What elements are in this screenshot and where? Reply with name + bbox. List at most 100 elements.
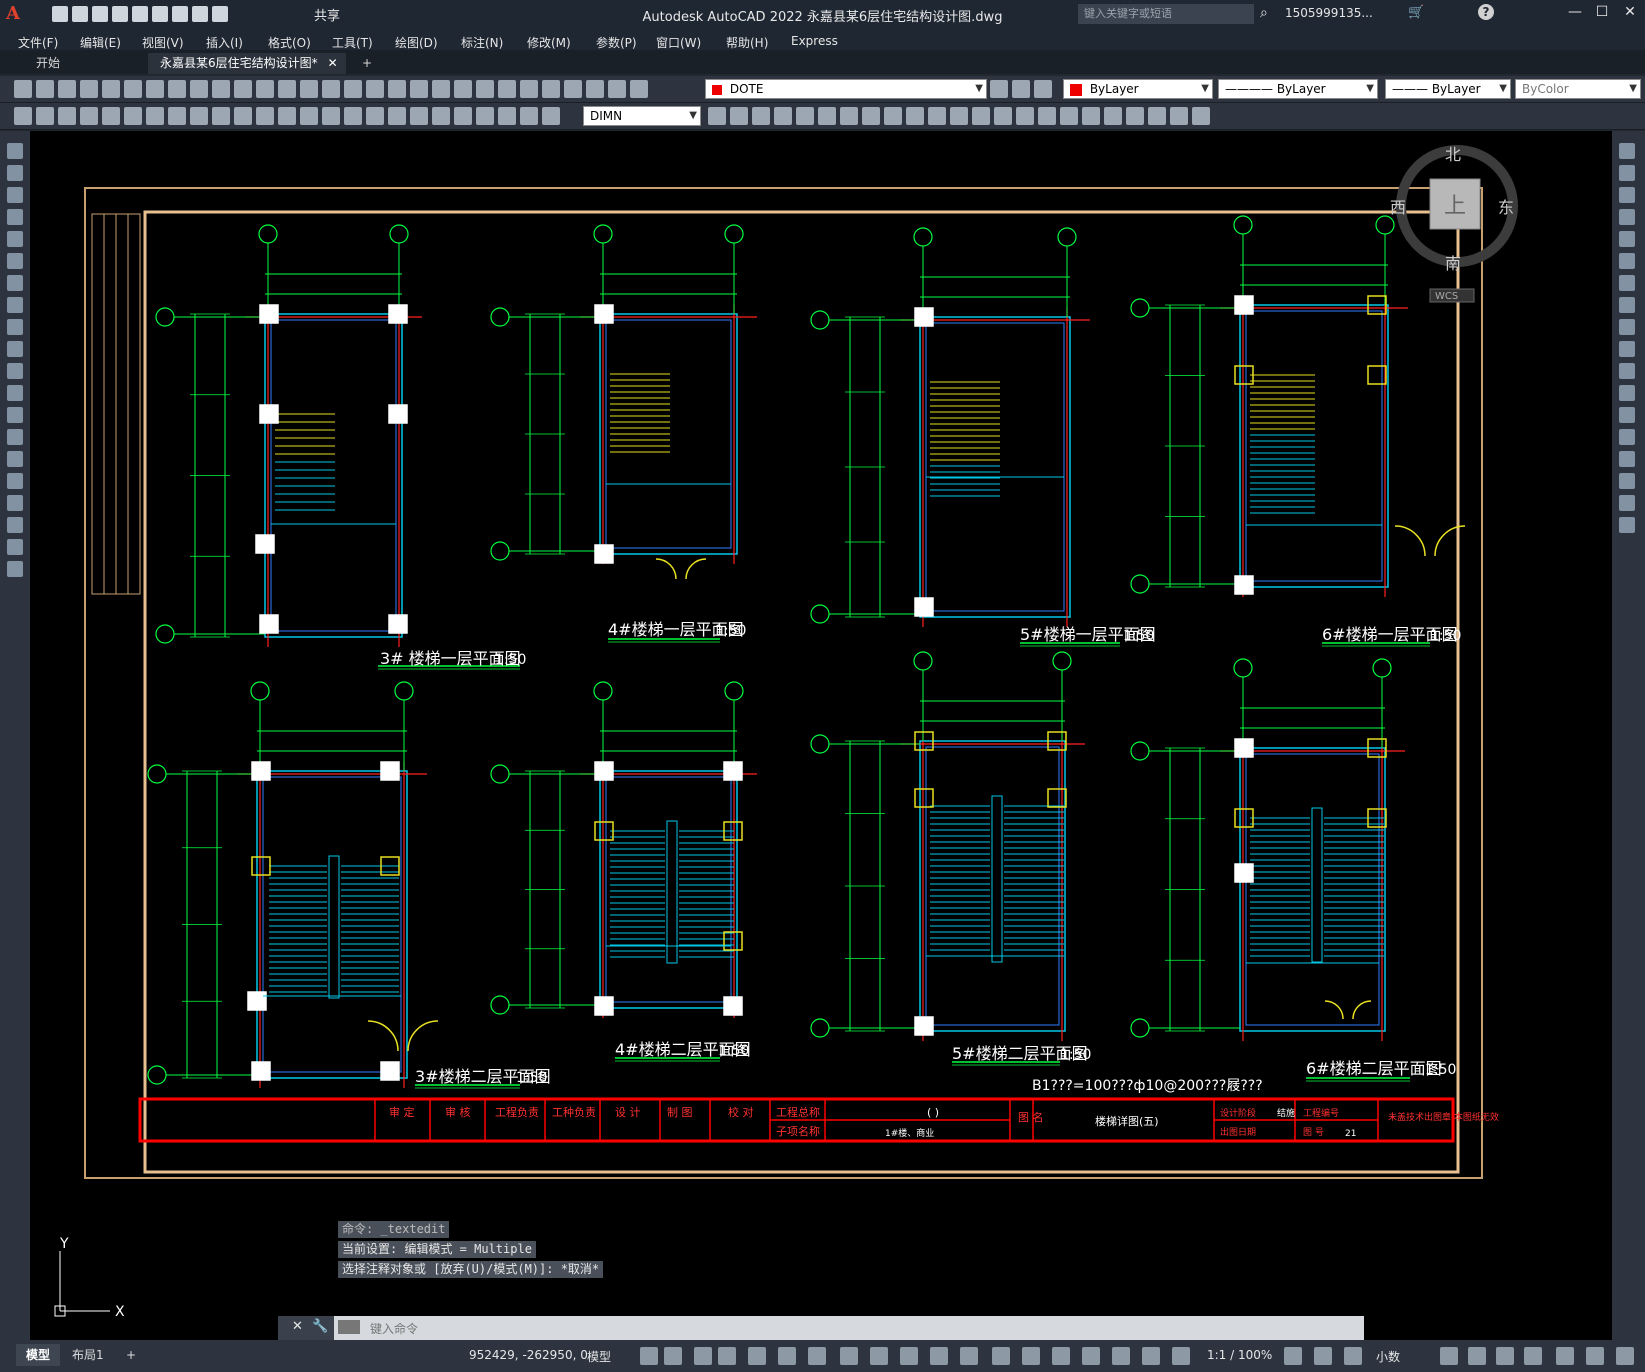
- standard-tool-icon[interactable]: [344, 80, 362, 98]
- status-toggle-icon[interactable]: [1314, 1347, 1332, 1365]
- close-command-icon[interactable]: ✕: [292, 1319, 303, 1334]
- menu-item[interactable]: 绘图(D): [395, 30, 438, 51]
- command-input[interactable]: 键入命令: [334, 1316, 1364, 1340]
- dimension-tool-icon[interactable]: [818, 107, 836, 125]
- dimension-tool-icon[interactable]: [708, 107, 726, 125]
- draw-tool-icon[interactable]: [7, 473, 23, 489]
- dimension-tool-icon[interactable]: [730, 107, 748, 125]
- modify-tool-icon[interactable]: [1619, 429, 1635, 445]
- modify-tool-icon[interactable]: [1619, 517, 1635, 533]
- status-toggle-icon[interactable]: [1616, 1347, 1634, 1365]
- status-toggle-icon[interactable]: [718, 1347, 736, 1365]
- standard-tool-icon[interactable]: [124, 80, 142, 98]
- draw-tool-icon[interactable]: [7, 253, 23, 269]
- tab-drawing[interactable]: 永嘉县某6层住宅结构设计图* ✕: [148, 53, 346, 74]
- standard-tool-icon[interactable]: [212, 80, 230, 98]
- status-toggle-icon[interactable]: [748, 1347, 766, 1365]
- tab-model[interactable]: 模型: [16, 1344, 61, 1366]
- dimension-tool-icon[interactable]: [1104, 107, 1122, 125]
- dimension-tool-icon[interactable]: [366, 107, 384, 125]
- dimension-tool-icon[interactable]: [906, 107, 924, 125]
- status-toggle-icon[interactable]: [1082, 1347, 1100, 1365]
- dimstyle-dropdown[interactable]: DIMN ▼: [583, 106, 701, 126]
- dimension-tool-icon[interactable]: [322, 107, 340, 125]
- status-toggle-icon[interactable]: [1440, 1347, 1458, 1365]
- tab-layout1[interactable]: 布局1: [62, 1344, 114, 1366]
- dimension-tool-icon[interactable]: [1192, 107, 1210, 125]
- menu-item[interactable]: 窗口(W): [656, 30, 701, 51]
- lineweight-dropdown[interactable]: ——— ByLayer ▼: [1385, 79, 1511, 99]
- dimension-tool-icon[interactable]: [520, 107, 538, 125]
- status-toggle-icon[interactable]: [1142, 1347, 1160, 1365]
- status-toggle-icon[interactable]: [1496, 1347, 1514, 1365]
- standard-tool-icon[interactable]: [586, 80, 604, 98]
- units-setting[interactable]: 小数: [1376, 1348, 1400, 1365]
- dimension-tool-icon[interactable]: [796, 107, 814, 125]
- dimension-tool-icon[interactable]: [124, 107, 142, 125]
- color-dropdown[interactable]: ByLayer ▼: [1063, 79, 1213, 99]
- dimension-tool-icon[interactable]: [14, 107, 32, 125]
- modify-tool-icon[interactable]: [1619, 385, 1635, 401]
- standard-tool-icon[interactable]: [278, 80, 296, 98]
- dimension-tool-icon[interactable]: [840, 107, 858, 125]
- draw-tool-icon[interactable]: [7, 231, 23, 247]
- dimension-tool-icon[interactable]: [410, 107, 428, 125]
- dimension-tool-icon[interactable]: [278, 107, 296, 125]
- dimension-tool-icon[interactable]: [168, 107, 186, 125]
- standard-tool-icon[interactable]: [300, 80, 318, 98]
- standard-tool-icon[interactable]: [366, 80, 384, 98]
- standard-tool-icon[interactable]: [36, 80, 54, 98]
- dimension-tool-icon[interactable]: [344, 107, 362, 125]
- status-toggle-icon[interactable]: [900, 1347, 918, 1365]
- menu-item[interactable]: 格式(O): [268, 30, 311, 51]
- dimension-tool-icon[interactable]: [950, 107, 968, 125]
- draw-tool-icon[interactable]: [7, 561, 23, 577]
- add-layout-button[interactable]: +: [116, 1344, 146, 1366]
- standard-tool-icon[interactable]: [520, 80, 538, 98]
- dimension-tool-icon[interactable]: [542, 107, 560, 125]
- menu-item[interactable]: 视图(V): [142, 30, 184, 51]
- search-input[interactable]: 键入关键字或短语: [1078, 4, 1254, 24]
- standard-tool-icon[interactable]: [322, 80, 340, 98]
- maximize-button[interactable]: ☐: [1592, 4, 1612, 22]
- tab-start[interactable]: 开始: [24, 53, 72, 74]
- dimension-tool-icon[interactable]: [1060, 107, 1078, 125]
- menu-item[interactable]: Express: [791, 30, 838, 48]
- modify-tool-icon[interactable]: [1619, 209, 1635, 225]
- modify-tool-icon[interactable]: [1619, 275, 1635, 291]
- standard-tool-icon[interactable]: [564, 80, 582, 98]
- status-toggle-icon[interactable]: [1524, 1347, 1542, 1365]
- dimension-tool-icon[interactable]: [58, 107, 76, 125]
- standard-tool-icon[interactable]: [1034, 80, 1052, 98]
- modify-tool-icon[interactable]: [1619, 165, 1635, 181]
- standard-tool-icon[interactable]: [234, 80, 252, 98]
- status-toggle-icon[interactable]: [1052, 1347, 1070, 1365]
- dimension-tool-icon[interactable]: [862, 107, 880, 125]
- model-space-toggle[interactable]: 模型: [587, 1348, 611, 1365]
- draw-tool-icon[interactable]: [7, 517, 23, 533]
- standard-tool-icon[interactable]: [388, 80, 406, 98]
- standard-tool-icon[interactable]: [58, 80, 76, 98]
- status-toggle-icon[interactable]: [1586, 1347, 1604, 1365]
- draw-tool-icon[interactable]: [7, 363, 23, 379]
- draw-tool-icon[interactable]: [7, 165, 23, 181]
- modify-tool-icon[interactable]: [1619, 143, 1635, 159]
- drawing-canvas[interactable]: 3# 楼梯一层平面图 1:50 4#楼梯一层平面图 1:50 5#楼梯一层平面图…: [30, 131, 1612, 1340]
- standard-tool-icon[interactable]: [542, 80, 560, 98]
- dimension-tool-icon[interactable]: [1126, 107, 1144, 125]
- modify-tool-icon[interactable]: [1619, 451, 1635, 467]
- modify-tool-icon[interactable]: [1619, 297, 1635, 313]
- dimension-tool-icon[interactable]: [1016, 107, 1034, 125]
- plotstyle-dropdown[interactable]: ByColor ▼: [1515, 79, 1641, 99]
- dimension-tool-icon[interactable]: [388, 107, 406, 125]
- menu-item[interactable]: 工具(T): [332, 30, 373, 51]
- command-prompt-icon[interactable]: [338, 1320, 360, 1334]
- menu-item[interactable]: 帮助(H): [726, 30, 768, 51]
- draw-tool-icon[interactable]: [7, 275, 23, 291]
- draw-tool-icon[interactable]: [7, 495, 23, 511]
- annotation-scale[interactable]: 1:1 / 100%: [1207, 1348, 1272, 1362]
- new-tab-button[interactable]: +: [350, 53, 384, 74]
- status-toggle-icon[interactable]: [1022, 1347, 1040, 1365]
- modify-tool-icon[interactable]: [1619, 319, 1635, 335]
- dimension-tool-icon[interactable]: [256, 107, 274, 125]
